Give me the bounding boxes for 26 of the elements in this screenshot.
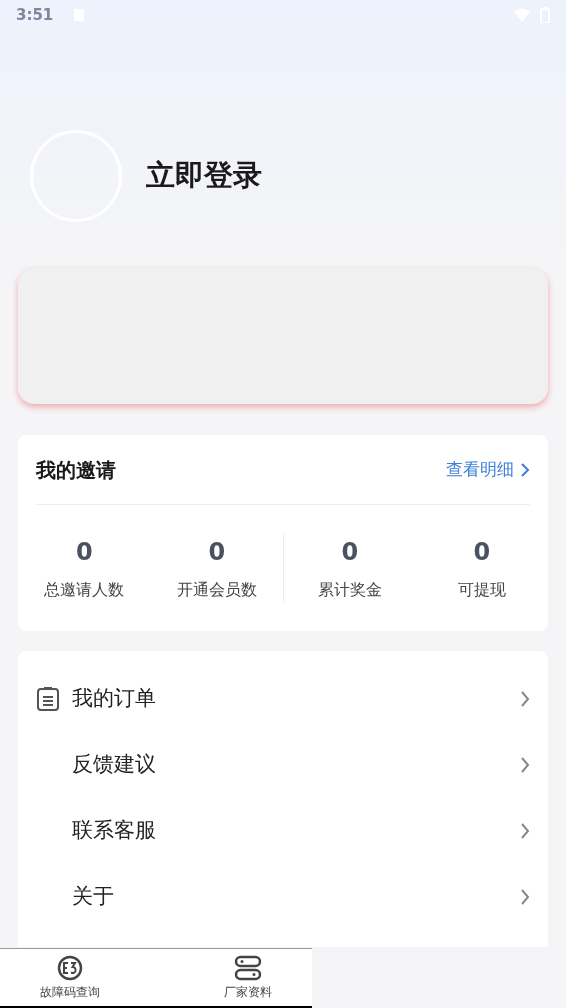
toggles-icon [234,954,262,981]
stat-value: 0 [208,537,226,568]
stat-label: 累计奖金 [317,579,382,601]
stat-value: 0 [341,537,359,568]
menu-item[interactable]: 反馈建议 [36,732,530,798]
stat-label: 总邀请人数 [44,579,125,601]
chevron-right-icon [520,461,530,478]
view-details-link[interactable]: 查看明细 [446,456,530,483]
stat-value: 0 [75,537,93,568]
chevron-right-icon [520,888,530,906]
menu-item[interactable]: 联系客服 [36,798,530,864]
e3-badge-icon [57,954,83,981]
clipboard-icon [36,686,60,712]
nav-tab[interactable]: 厂家资料 [224,949,272,1006]
invite-title: 我的邀请 [36,456,116,484]
stat-label: 开通会员数 [176,579,257,601]
chevron-right-icon [520,690,530,708]
stat-label: 可提现 [457,579,506,601]
menu-item[interactable]: 我的订单 [36,666,530,732]
menu-item[interactable]: 关于 [36,864,530,930]
status-time: 3:51 [16,4,54,26]
chevron-right-icon [520,822,530,840]
chevron-right-icon [520,756,530,774]
stat-value: 0 [473,537,491,568]
login-link[interactable]: 立即登录 [146,154,262,198]
nav-tab[interactable]: 故障码查询 [40,949,100,1006]
